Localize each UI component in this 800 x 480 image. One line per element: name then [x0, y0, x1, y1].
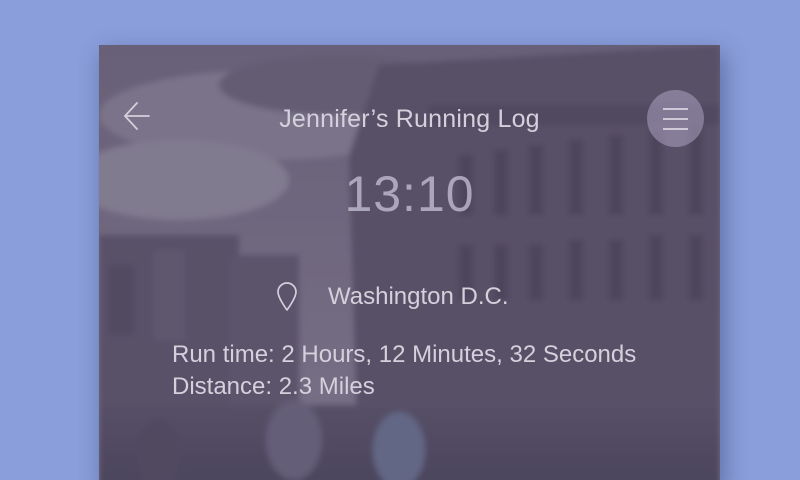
clock-time: 13:10 [344, 166, 475, 222]
menu-button[interactable] [647, 90, 704, 147]
running-log-card: Jennifer’s Running Log 13:10 Washington … [99, 45, 720, 480]
hamburger-menu-icon [663, 108, 688, 130]
page: Jennifer’s Running Log 13:10 Washington … [0, 0, 800, 480]
run-time-text: Run time: 2 Hours, 12 Minutes, 32 Second… [172, 341, 637, 368]
location-name: Washington D.C. [328, 283, 509, 310]
distance-text: Distance: 2.3 Miles [172, 373, 375, 400]
page-title: Jennifer’s Running Log [279, 105, 540, 133]
location-pin-icon [277, 282, 297, 311]
run-stats: Run time: 2 Hours, 12 Minutes, 32 Second… [172, 339, 636, 403]
location-row: Washington D.C. [275, 281, 509, 313]
